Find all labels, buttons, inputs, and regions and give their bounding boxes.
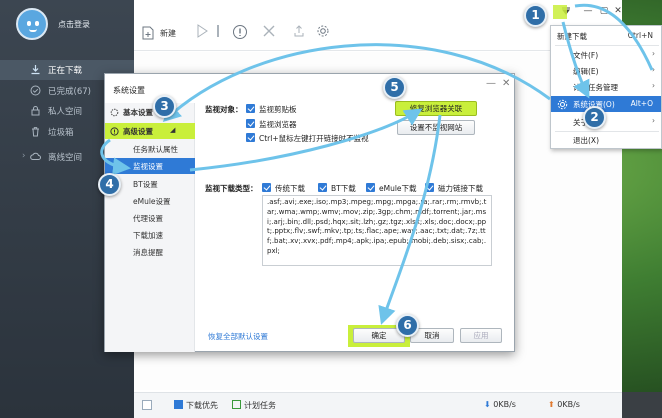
tutorial-arrows [100,3,654,325]
arrow-settings-to-advanced [162,43,551,123]
step-badge-6: 6 [396,314,419,337]
arrow-advanced-to-monitor [100,138,131,176]
step-badge-3: 3 [153,95,176,118]
step-badge-1: 1 [524,4,547,27]
arrow-menu-to-settings [561,21,590,99]
arrow-repair-to-ok [378,114,442,325]
step-badge-4: 4 [98,173,121,196]
step-badge-5: 5 [383,76,406,99]
arrow-top-right [574,3,654,71]
arrow-monitor-to-repair [189,108,423,172]
step-badge-2: 2 [583,106,606,129]
